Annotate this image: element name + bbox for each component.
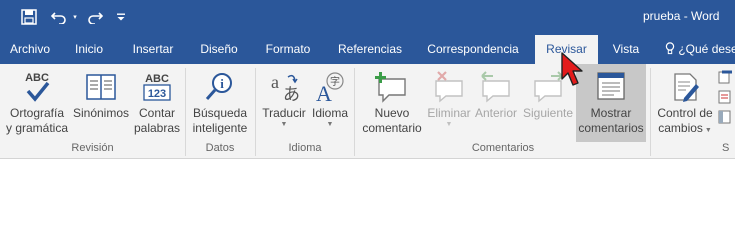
svg-text:i: i — [220, 76, 224, 91]
ribbon-panel: ABC Ortografía y gramática Sinónimos ABC… — [0, 64, 735, 159]
spelling-check-icon: ABC — [25, 72, 50, 102]
chevron-down-icon: ▼ — [280, 121, 288, 128]
count-digits-text: 123 — [148, 88, 166, 100]
previous-comment-icon — [481, 71, 510, 103]
group-separator — [650, 68, 651, 156]
lightbulb-icon — [665, 42, 675, 55]
group-label-datos: Datos — [205, 142, 235, 154]
book-icon — [86, 74, 116, 100]
undo-dropdown-icon[interactable]: ▾ — [70, 6, 80, 28]
document-area[interactable] — [0, 159, 735, 243]
group-label-comentarios: Comentarios — [471, 142, 535, 154]
track-changes-label: Control de cambios ▼ — [657, 106, 713, 135]
spelling-grammar-label: Ortografía y gramática — [5, 106, 69, 135]
group-separator — [354, 68, 355, 156]
abc-text: ABC — [25, 72, 49, 84]
delete-comment-button[interactable]: Eliminar ▼ — [426, 64, 472, 142]
thesaurus-label: Sinónimos — [72, 106, 130, 120]
show-comments-icon — [597, 72, 625, 100]
tab-archivo[interactable]: Archivo — [0, 35, 60, 64]
translate-button[interactable]: a あ Traducir ▼ — [258, 64, 310, 142]
new-comment-icon — [375, 72, 406, 103]
markup-icon[interactable] — [718, 70, 732, 84]
svg-text:あ: あ — [283, 85, 300, 104]
chevron-down-icon: ▼ — [326, 121, 334, 128]
track-changes-icon — [674, 73, 699, 102]
group-label-idioma: Idioma — [288, 142, 322, 154]
tab-insertar[interactable]: Insertar — [122, 35, 184, 64]
show-markup-icon[interactable] — [718, 90, 732, 104]
customize-qat-icon[interactable] — [113, 6, 129, 28]
tab-vista[interactable]: Vista — [603, 35, 649, 64]
next-comment-label: Siguiente — [522, 106, 574, 120]
word-count-label: Contar palabras — [133, 106, 181, 135]
chevron-down-icon: ▼ — [445, 121, 453, 128]
show-comments-label: Mostrar comentarios — [578, 106, 644, 135]
language-label: Idioma ▼ — [311, 106, 349, 128]
group-label-seguimiento: S — [722, 142, 730, 154]
tracking-small-buttons — [718, 70, 735, 124]
spelling-grammar-button[interactable]: ABC Ortografía y gramática — [2, 64, 72, 142]
tab-diseno[interactable]: Diseño — [190, 35, 248, 64]
tell-me-label: ¿Qué dese — [678, 42, 735, 56]
word-count-icon: ABC 123 — [143, 73, 171, 101]
abc-text: ABC — [145, 73, 169, 85]
reviewing-pane-icon[interactable] — [718, 110, 732, 124]
delete-comment-icon — [435, 71, 463, 103]
tab-correspondencia[interactable]: Correspondencia — [418, 35, 528, 64]
next-comment-icon — [534, 71, 563, 103]
smart-lookup-button[interactable]: i Búsqueda inteligente — [188, 64, 252, 142]
group-label-revision: Revisión — [71, 142, 114, 154]
new-comment-button[interactable]: Nuevo comentario — [358, 64, 426, 142]
tab-inicio[interactable]: Inicio — [62, 35, 116, 64]
mouse-cursor-icon — [561, 52, 583, 86]
ribbon-tab-bar: Archivo Inicio Insertar Diseño Formato R… — [0, 35, 735, 64]
word-count-button[interactable]: ABC 123 Contar palabras — [130, 64, 184, 142]
new-comment-label: Nuevo comentario — [362, 106, 422, 135]
title-bar: ▾ prueba - Word — [0, 0, 735, 35]
previous-comment-label: Anterior — [474, 106, 518, 120]
undo-icon[interactable] — [48, 6, 70, 28]
track-changes-button[interactable]: Control de cambios ▼ — [653, 64, 717, 142]
tab-formato[interactable]: Formato — [256, 35, 320, 64]
tell-me-search[interactable]: ¿Qué dese — [665, 35, 735, 64]
translate-icon: a あ — [271, 72, 300, 104]
language-button[interactable]: 字 A Idioma ▼ — [310, 64, 350, 142]
document-title: prueba - Word — [643, 9, 720, 23]
language-icon: 字 A — [316, 72, 344, 104]
svg-text:A: A — [316, 81, 332, 104]
tab-referencias[interactable]: Referencias — [330, 35, 410, 64]
chevron-down-icon: ▼ — [702, 127, 712, 134]
show-comments-button[interactable]: Mostrar comentarios — [576, 64, 646, 142]
smart-lookup-label: Búsqueda inteligente — [192, 106, 248, 135]
thesaurus-button[interactable]: Sinónimos — [72, 64, 130, 142]
smart-lookup-icon: i — [205, 73, 232, 100]
svg-text:a: a — [271, 72, 279, 92]
redo-icon[interactable] — [84, 6, 106, 28]
previous-comment-button[interactable]: Anterior — [472, 64, 520, 142]
translate-label: Traducir ▼ — [258, 106, 310, 129]
save-icon[interactable] — [18, 6, 40, 28]
delete-comment-label: Eliminar ▼ — [427, 106, 471, 128]
